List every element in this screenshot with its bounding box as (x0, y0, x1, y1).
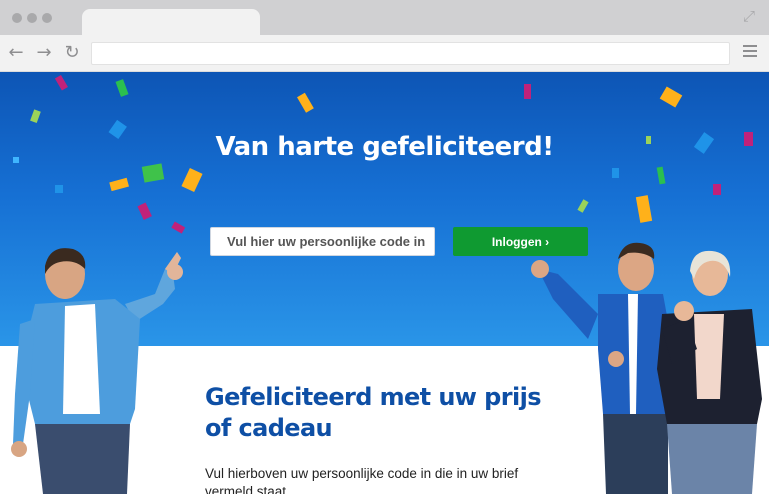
content-title: Gefeliciteerd met uw prijs of cadeau (205, 383, 541, 442)
presenter-right-woman-image (657, 250, 762, 494)
window-close-dot[interactable] (12, 13, 22, 23)
content-text: Vul hierboven uw persoonlijke code in di… (205, 466, 519, 494)
reload-icon[interactable]: ↻ (62, 43, 82, 63)
window-minimize-dot[interactable] (27, 13, 37, 23)
browser-tab[interactable] (82, 9, 260, 36)
forward-arrow-icon[interactable]: → (34, 43, 54, 63)
back-arrow-icon[interactable]: ← (6, 43, 26, 63)
hamburger-menu-icon[interactable] (743, 45, 757, 59)
tab-bar: ⤢ (0, 0, 769, 36)
address-bar[interactable] (91, 42, 730, 65)
window-maximize-dot[interactable] (42, 13, 52, 23)
code-input[interactable] (210, 227, 435, 256)
browser-toolbar: ← → ↻ (0, 35, 769, 72)
presenter-left-image (11, 248, 183, 494)
browser-chrome: ⤢ ← → ↻ (0, 0, 769, 72)
expand-icon[interactable]: ⤢ (741, 9, 757, 25)
hero-title: Van harte gefeliciteerd! (215, 132, 554, 162)
